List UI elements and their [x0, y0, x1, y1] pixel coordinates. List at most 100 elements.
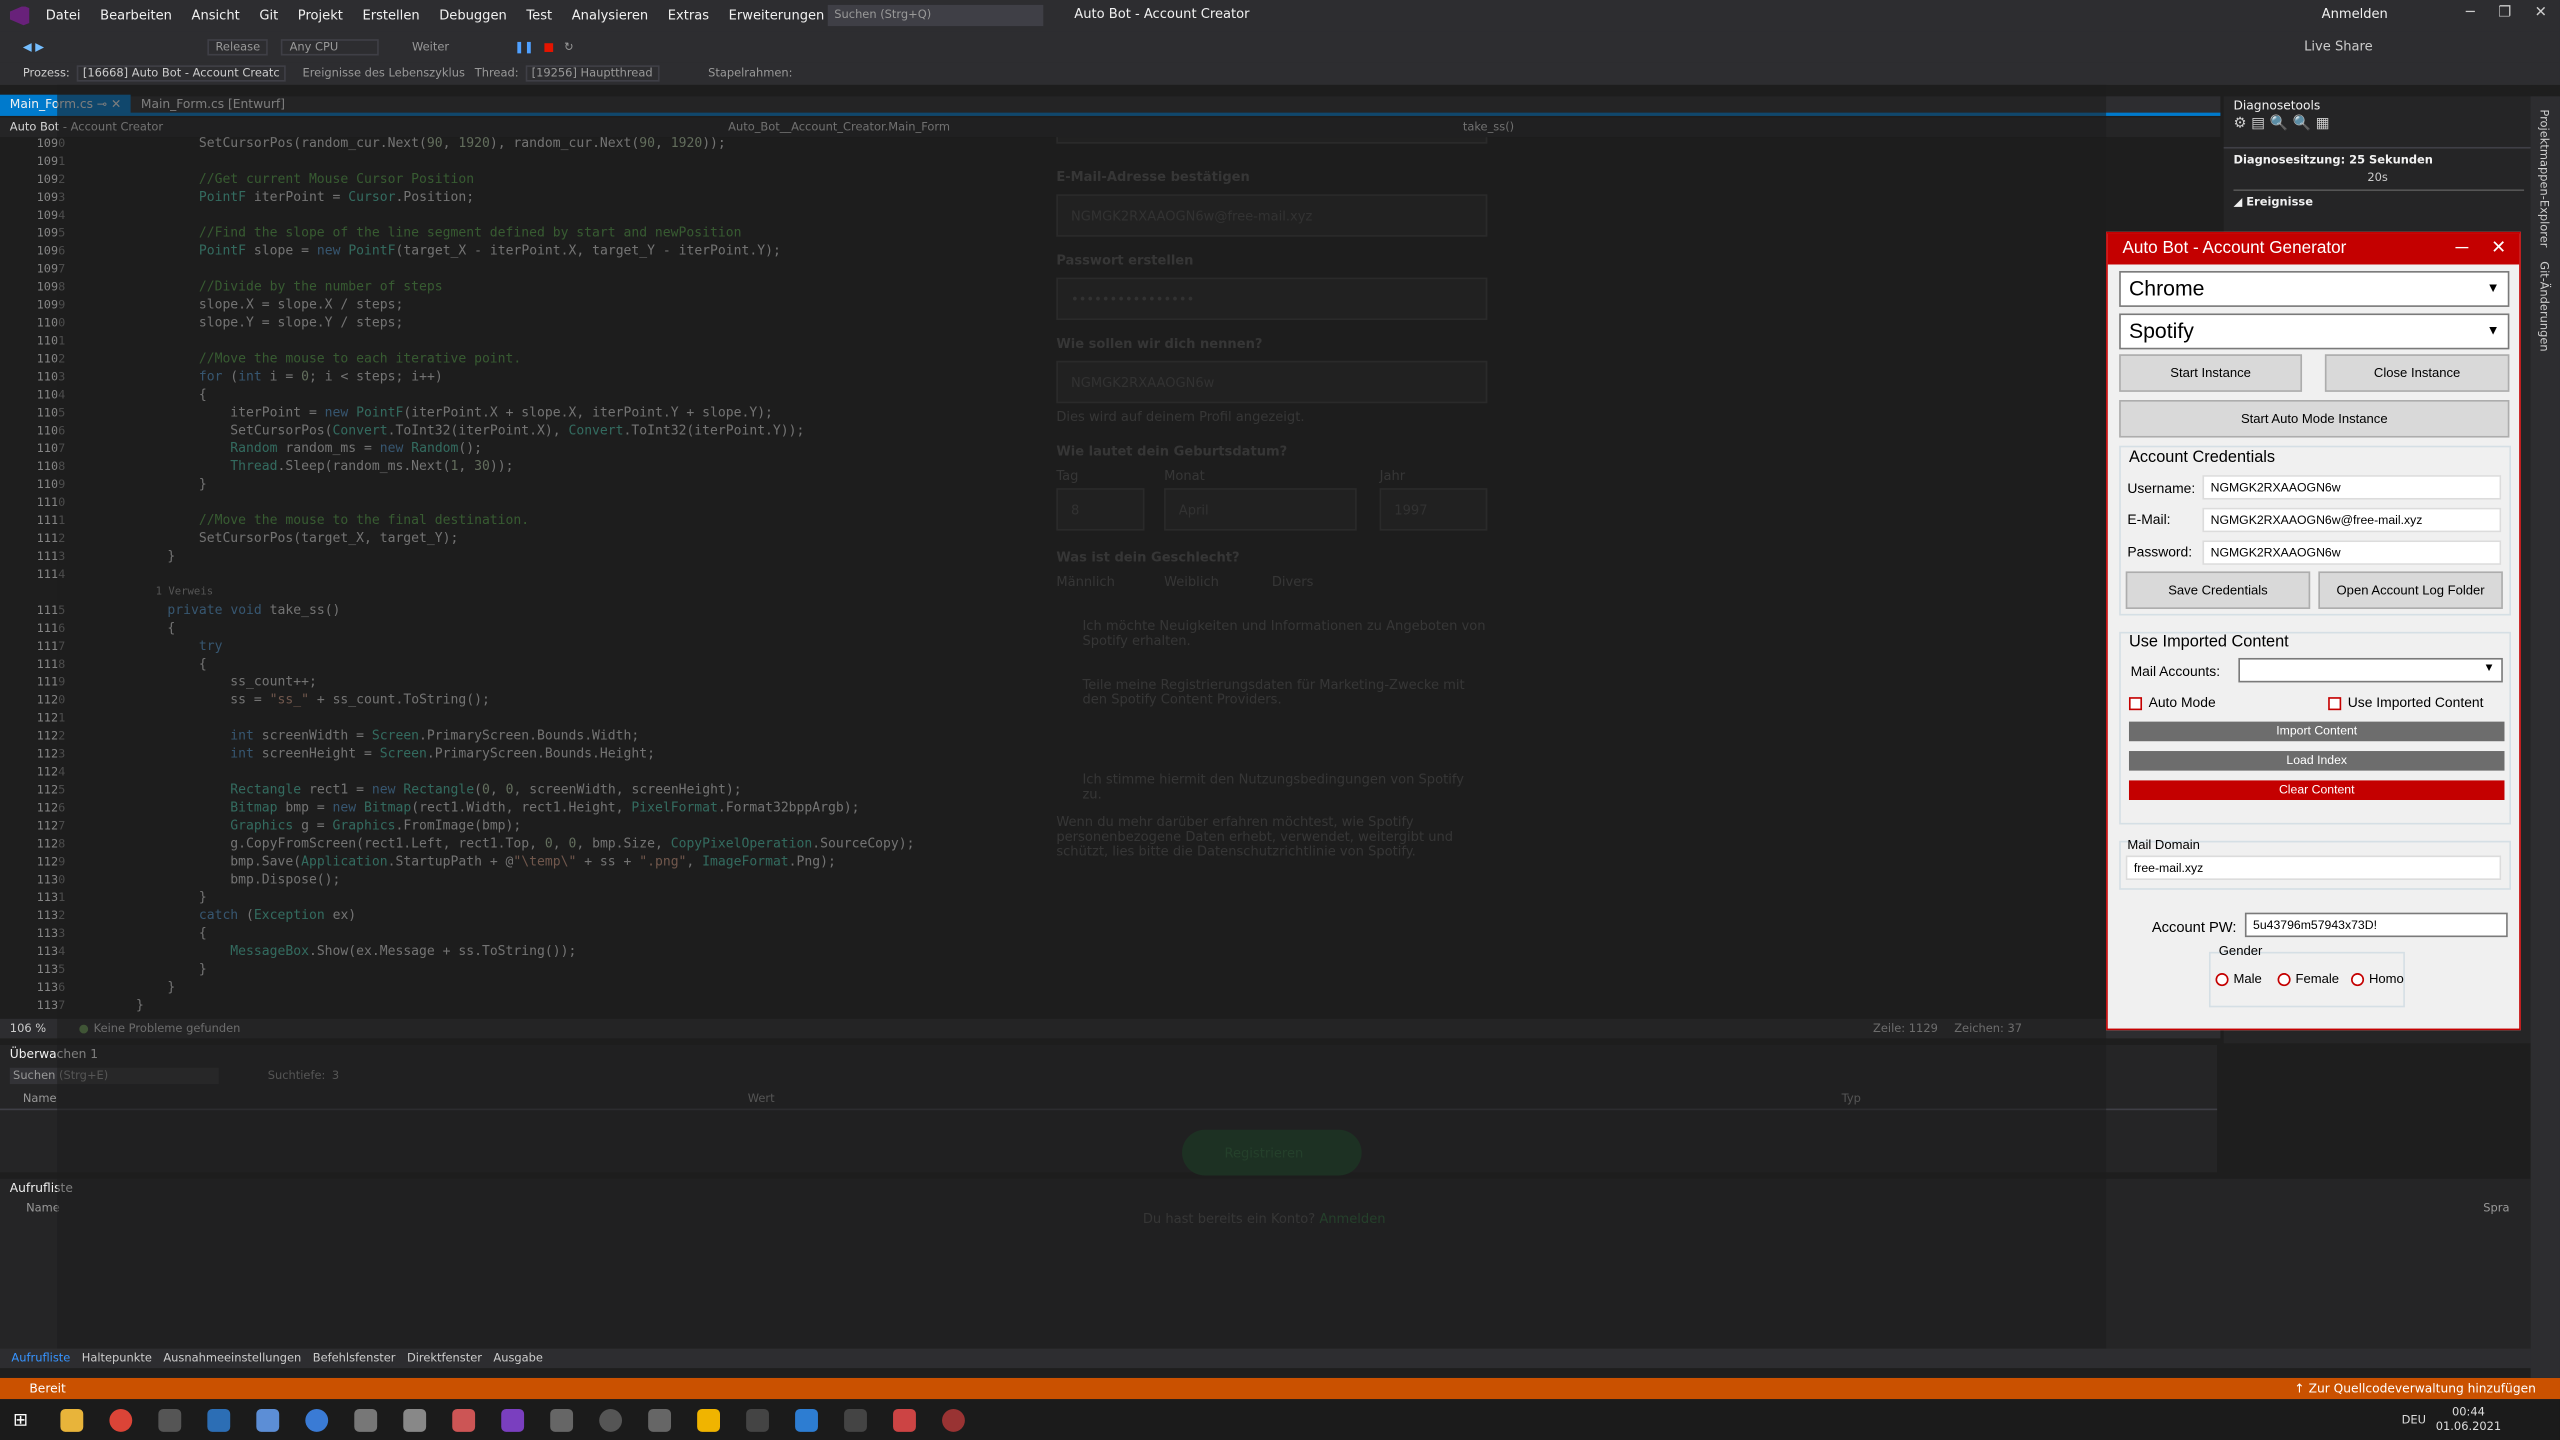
menu-item[interactable]: Extras — [668, 8, 709, 23]
scm-add[interactable]: ↑ Zur Quellcodeverwaltung hinzufügen — [2294, 1381, 2535, 1396]
search-input[interactable]: Suchen (Strg+Q) — [827, 4, 1044, 27]
watch-search-input[interactable]: Suchen (Strg+E) — [9, 1067, 219, 1085]
windows-start-icon[interactable]: ⊞ — [13, 1409, 28, 1430]
open-log-folder-button[interactable]: Open Account Log Folder — [2318, 571, 2503, 609]
menu-item[interactable]: Erstellen — [362, 8, 419, 23]
app-hs2-icon[interactable] — [844, 1408, 868, 1432]
zoom-level[interactable]: 106 % — [10, 1022, 46, 1035]
close-icon[interactable]: ✕ — [2491, 233, 2506, 264]
tab-main-form-designer[interactable]: Main_Form.cs [Entwurf] — [131, 95, 295, 115]
file-explorer-icon[interactable] — [60, 1408, 84, 1432]
pause-icon[interactable]: ❚❚ — [514, 40, 533, 53]
menu-item[interactable]: Git — [259, 8, 278, 23]
bottom-tab[interactable]: Direktfenster — [407, 1352, 482, 1365]
ghost-name-field: NGMGK2RXAAOGN6w — [1056, 360, 1488, 404]
chrome-icon[interactable] — [109, 1408, 133, 1432]
signin-link[interactable]: Anmelden — [2322, 7, 2388, 22]
username-field[interactable]: NGMGK2RXAAOGN6w — [2202, 475, 2502, 500]
ghost-gender-female: Weiblich — [1164, 574, 1219, 590]
platform-select[interactable]: Any CPU — [281, 38, 380, 55]
gender-male-radio[interactable]: Male — [2215, 971, 2262, 986]
menu-item[interactable]: Bearbeiten — [100, 8, 172, 23]
language-indicator[interactable]: DEU — [2402, 1413, 2426, 1426]
nav-project-select[interactable]: Auto Bot - Account Creator — [10, 121, 728, 134]
lifecycle-events[interactable]: Ereignisse des Lebenszyklus — [302, 67, 464, 80]
email-field[interactable]: NGMGK2RXAAOGN6w@free-mail.xyz — [2202, 507, 2502, 533]
app-e-icon[interactable] — [207, 1408, 231, 1432]
continue-button[interactable]: Weiter — [412, 40, 449, 53]
import-content-button[interactable]: Import Content — [2128, 721, 2505, 742]
save-credentials-button[interactable]: Save Credentials — [2125, 571, 2311, 609]
git-changes-tab[interactable]: Git-Änderungen — [2537, 261, 2550, 351]
code-line: 1125 Rectangle rect1 = new Rectangle(0, … — [0, 780, 915, 798]
config-select[interactable]: Release — [207, 38, 269, 55]
app-fox-icon[interactable] — [893, 1408, 917, 1432]
restart-icon[interactable]: ↻ — [564, 40, 574, 53]
menu-item[interactable]: Datei — [46, 8, 81, 23]
app-cube-icon[interactable] — [256, 1408, 280, 1432]
app-circle-icon[interactable] — [599, 1408, 623, 1432]
solution-explorer-tab[interactable]: Projektmappen-Explorer — [2537, 109, 2550, 247]
menu-item[interactable]: Debuggen — [439, 8, 507, 23]
start-instance-button[interactable]: Start Instance — [2119, 354, 2303, 392]
code-text: PointF iterPoint = Cursor.Position; — [198, 189, 475, 205]
back-icon[interactable]: ◀ ▶ — [23, 40, 44, 53]
menu-item[interactable]: Projekt — [298, 8, 343, 23]
app-gear-icon[interactable] — [403, 1408, 427, 1432]
minimize-icon[interactable]: ─ — [2455, 233, 2468, 264]
bottom-tab[interactable]: Aufrufliste — [11, 1352, 70, 1365]
bottom-tab[interactable]: Befehlsfenster — [313, 1352, 396, 1365]
menu-item[interactable]: Ansicht — [192, 8, 240, 23]
menu-item[interactable]: Analysieren — [572, 8, 648, 23]
watch-col-type: Typ — [1841, 1091, 1861, 1105]
liveshare-button[interactable]: Live Share — [2304, 39, 2373, 54]
start-auto-mode-button[interactable]: Start Auto Mode Instance — [2119, 399, 2510, 438]
service-select[interactable]: Spotify ▼ — [2119, 313, 2510, 350]
use-imported-checkbox[interactable]: Use Imported Content — [2328, 694, 2484, 710]
close-instance-button[interactable]: Close Instance — [2324, 354, 2510, 392]
diag-toolbar[interactable]: ⚙ ▤ 🔍 🔍 ▦ — [2223, 116, 2534, 149]
diag-events-header[interactable]: ◢ Ereignisse — [2224, 191, 2534, 214]
code-line: 1104 { — [0, 385, 915, 403]
bottom-tab[interactable]: Ausgabe — [493, 1352, 543, 1365]
app-circle-red-icon[interactable] — [942, 1408, 966, 1432]
nav-class-select[interactable]: Auto_Bot__Account_Creator.Main_Form — [728, 121, 1463, 134]
clear-content-button[interactable]: Clear Content — [2128, 780, 2505, 800]
mail-domain-field[interactable]: free-mail.xyz — [2125, 855, 2502, 880]
app-gallery-icon[interactable] — [354, 1408, 378, 1432]
app-red-icon[interactable] — [452, 1408, 476, 1432]
app-blue-icon[interactable] — [305, 1408, 329, 1432]
mail-accounts-select[interactable]: ▼ — [2238, 657, 2503, 683]
search-depth-select[interactable]: 3 — [332, 1069, 339, 1082]
app-grid-icon[interactable] — [795, 1408, 819, 1432]
bottom-tab[interactable]: Ausnahmeeinstellungen — [163, 1352, 301, 1365]
problems-status[interactable]: Keine Probleme gefunden — [94, 1022, 241, 1035]
window-controls[interactable]: ─ ❐ ✕ — [2466, 5, 2547, 21]
clock[interactable]: 00:44 01.06.2021 — [2436, 1405, 2501, 1434]
code-text: Bitmap bmp = new Bitmap(rect1.Width, rec… — [230, 799, 860, 815]
app-stack-icon[interactable] — [550, 1408, 574, 1432]
account-pw-field[interactable]: 5u43796m57943x73D! — [2244, 912, 2508, 938]
app-tool-icon[interactable] — [697, 1408, 721, 1432]
menu-item[interactable]: Test — [526, 8, 552, 23]
load-index-button[interactable]: Load Index — [2128, 751, 2505, 771]
gender-homo-radio[interactable]: Homo — [2351, 971, 2404, 986]
visual-studio-taskbar-icon[interactable] — [501, 1408, 525, 1432]
stop-icon[interactable]: ■ — [543, 40, 554, 53]
code-line: 1129 bmp.Save(Application.StartupPath + … — [0, 852, 915, 870]
nav-member-select[interactable]: take_ss() — [1463, 121, 1514, 134]
gender-female-radio[interactable]: Female — [2277, 971, 2339, 986]
app-settings-icon[interactable] — [648, 1408, 672, 1432]
bottom-tab[interactable]: Haltepunkte — [82, 1352, 152, 1365]
browser-select[interactable]: Chrome ▼ — [2119, 271, 2510, 307]
thread-select[interactable]: [19256] Hauptthread — [525, 65, 660, 82]
auto-mode-checkbox[interactable]: Auto Mode — [2128, 694, 2216, 710]
app-terminal-icon[interactable] — [746, 1408, 770, 1432]
password-field[interactable]: NGMGK2RXAAOGN6w — [2202, 540, 2502, 565]
code-editor[interactable]: 1090 SetCursorPos(random_cur.Next(90, 19… — [0, 137, 2200, 1019]
process-select[interactable]: [16668] Auto Bot - Account Creatc — [76, 65, 287, 82]
app-hs-icon[interactable] — [158, 1408, 182, 1432]
menu-item[interactable]: Erweiterungen — [729, 8, 825, 23]
tab-main-form-cs[interactable]: Main_Form.cs ⊸ ✕ — [0, 94, 132, 115]
diag-events-label: Ereignisse — [2246, 195, 2313, 209]
